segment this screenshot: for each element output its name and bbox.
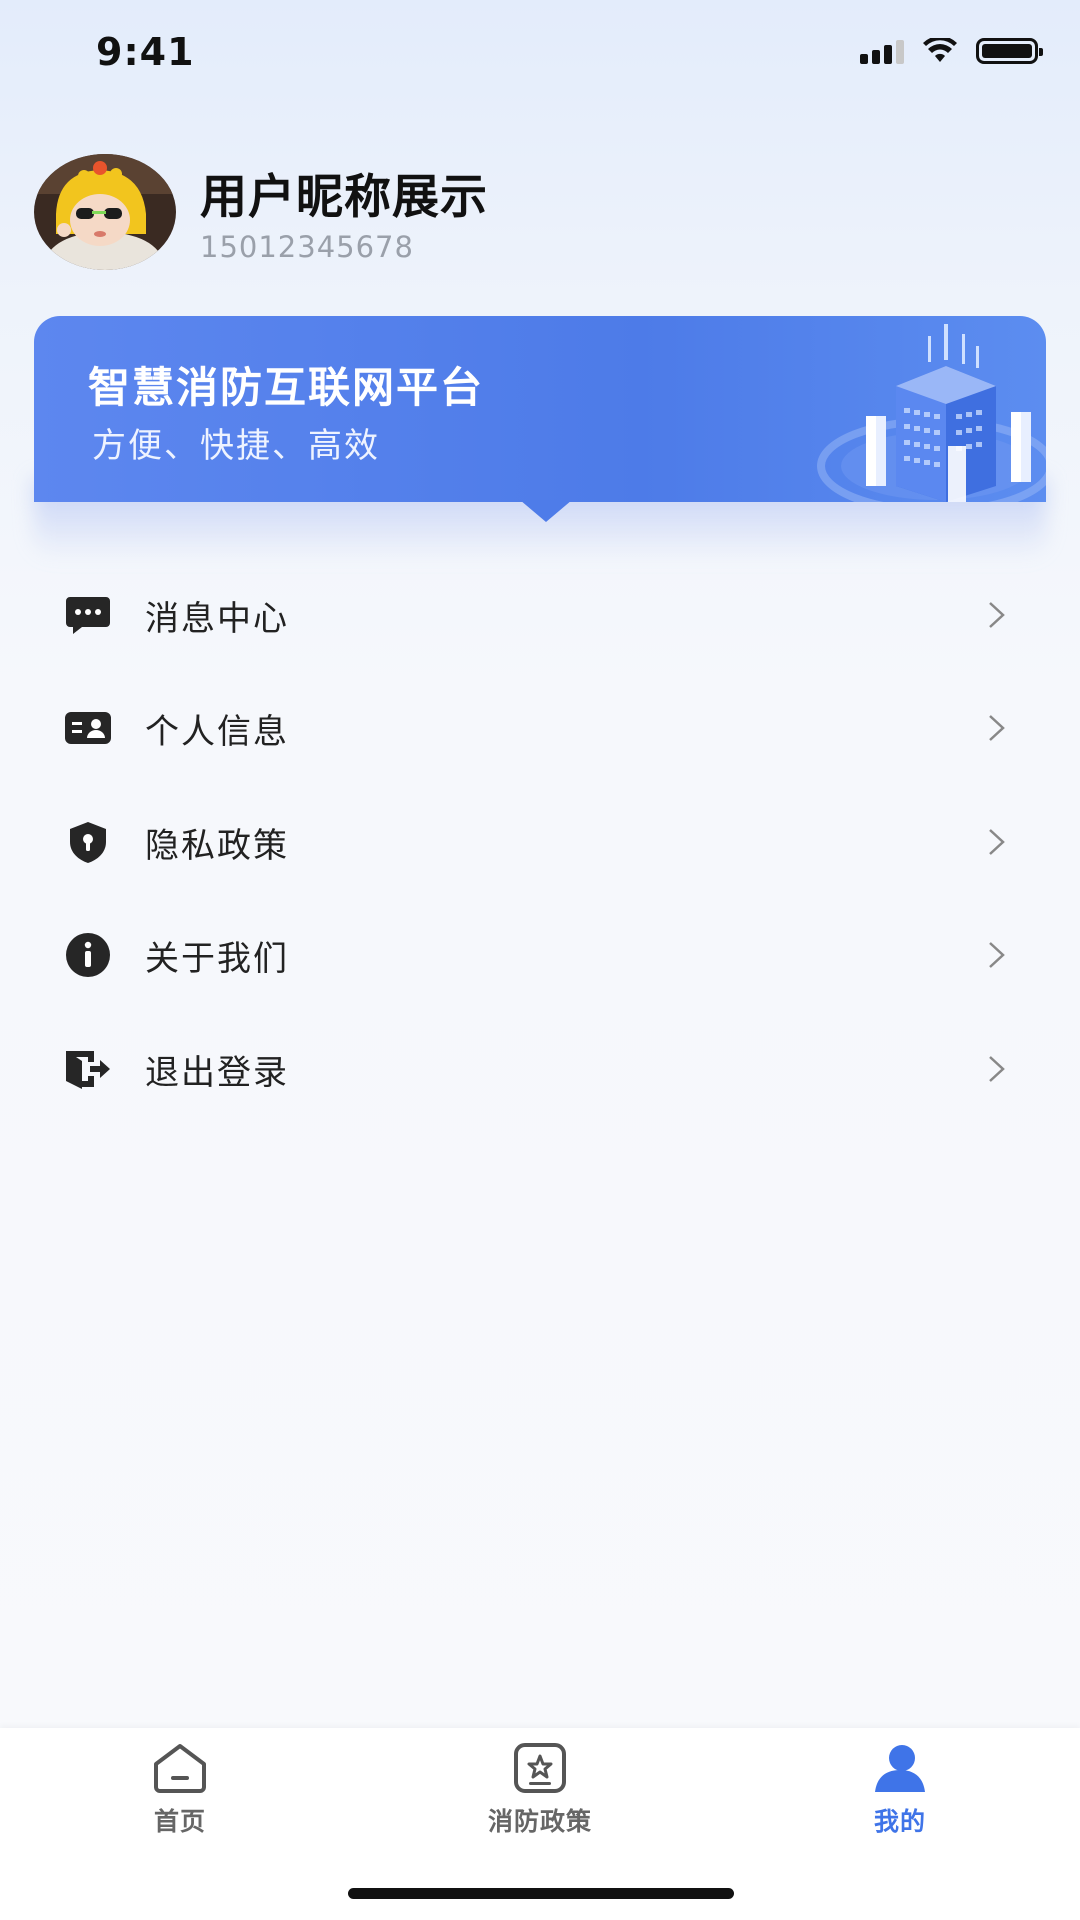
user-nickname: 用户昵称展示: [200, 170, 488, 225]
menu-item-logout[interactable]: 退出登录: [0, 1012, 1080, 1126]
logout-icon: [64, 1045, 112, 1093]
user-icon: [875, 1745, 925, 1792]
chevron-right-icon: [989, 1056, 1005, 1082]
building-illustration: [817, 324, 1046, 502]
tab-home[interactable]: 首页: [80, 1742, 280, 1838]
info-icon: [64, 931, 112, 979]
tab-mine[interactable]: 我的: [800, 1742, 1000, 1838]
tab-label-home: 首页: [153, 1807, 206, 1836]
menu-item-messages[interactable]: 消息中心: [0, 558, 1080, 672]
message-icon: [64, 591, 112, 639]
screen: 9:41 用户昵称展示 15012345678 智慧消防互联网平台 方便、快捷、…: [0, 0, 1080, 1920]
chevron-right-icon: [989, 942, 1005, 968]
platform-banner[interactable]: 智慧消防互联网平台 方便、快捷、高效: [34, 316, 1046, 502]
menu-label-personal-info: 个人信息: [145, 711, 289, 752]
menu-label-messages: 消息中心: [145, 598, 289, 639]
menu-item-about[interactable]: 关于我们: [0, 898, 1080, 1012]
tab-label-mine: 我的: [873, 1807, 926, 1836]
menu-item-privacy[interactable]: 隐私政策: [0, 785, 1080, 899]
tab-label-fire-policy: 消防政策: [487, 1807, 592, 1836]
banner-pointer: [520, 500, 572, 522]
policy-icon: [514, 1743, 566, 1793]
chevron-right-icon: [989, 715, 1005, 741]
chevron-right-icon: [989, 829, 1005, 855]
id-card-icon: [64, 704, 112, 752]
cellular-signal-icon: [860, 38, 904, 64]
shield-icon: [64, 818, 112, 866]
home-indicator: [348, 1888, 734, 1899]
status-time: 9:41: [96, 30, 195, 74]
wifi-icon: [923, 38, 957, 62]
menu-label-about: 关于我们: [145, 938, 289, 979]
chevron-right-icon: [989, 602, 1005, 628]
battery-icon: [976, 38, 1043, 64]
banner-subtitle: 方便、快捷、高效: [92, 426, 380, 466]
menu-label-privacy: 隐私政策: [145, 825, 289, 866]
home-icon: [154, 1744, 206, 1793]
menu-label-logout: 退出登录: [145, 1052, 289, 1093]
banner-title: 智慧消防互联网平台: [88, 363, 485, 412]
user-phone: 15012345678: [200, 230, 414, 264]
avatar[interactable]: [34, 154, 176, 270]
status-icons: [860, 38, 1043, 64]
tab-fire-policy[interactable]: 消防政策: [440, 1742, 640, 1838]
menu-item-personal-info[interactable]: 个人信息: [0, 671, 1080, 785]
